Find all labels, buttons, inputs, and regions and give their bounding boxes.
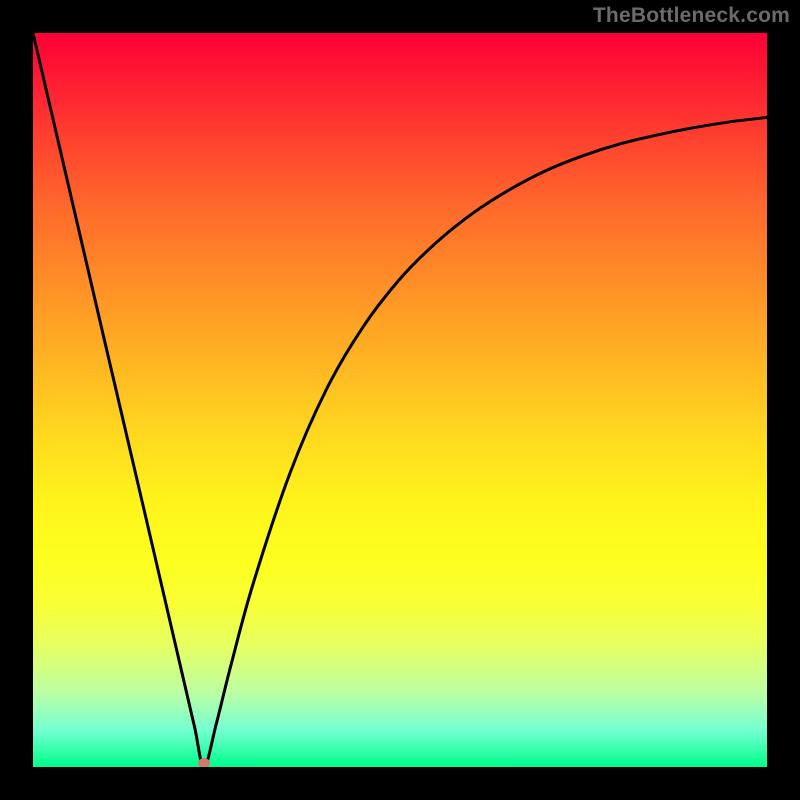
chart-frame: TheBottleneck.com [0, 0, 800, 800]
minimum-marker [198, 758, 210, 767]
plot-area [33, 33, 767, 767]
watermark-text: TheBottleneck.com [593, 4, 790, 28]
bottleneck-curve [33, 33, 767, 767]
